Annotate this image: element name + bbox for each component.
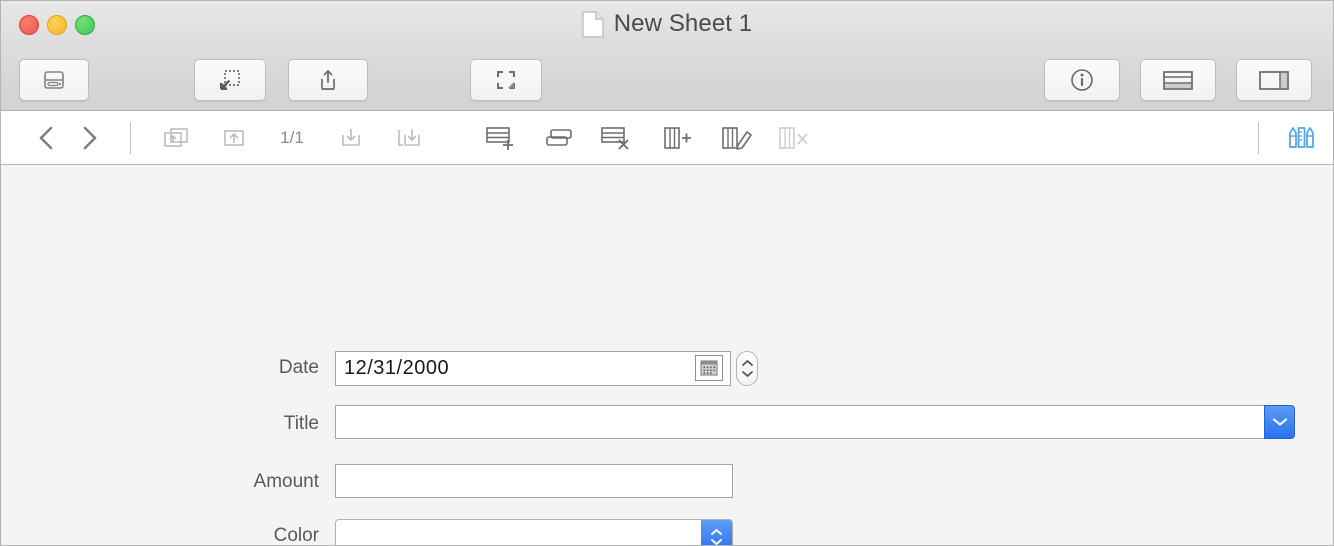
page-title: New Sheet 1 — [613, 10, 753, 37]
stepper-down-icon — [741, 371, 753, 377]
delete-row-button[interactable] — [591, 111, 639, 165]
chevron-right-icon — [83, 126, 97, 150]
vertical-split-icon — [1259, 71, 1289, 90]
next-record-button[interactable] — [328, 111, 374, 165]
primary-toolbar — [1, 49, 1333, 111]
share-button[interactable] — [288, 59, 368, 101]
design-tools-button[interactable] — [1279, 111, 1323, 165]
add-row-icon — [486, 127, 513, 150]
document-icon — [582, 10, 604, 38]
date-field-label: Date — [278, 357, 319, 378]
add-column-button[interactable] — [653, 111, 701, 165]
design-tools-icon — [1289, 127, 1314, 148]
page-indicator: 1/1 — [280, 128, 304, 147]
chevron-up-down-icon — [701, 520, 732, 545]
title-bar: New Sheet 1 — [1, 1, 1333, 49]
info-circle-icon — [1071, 69, 1093, 91]
horizontal-split-button[interactable] — [1140, 59, 1216, 101]
disk-drive-icon — [44, 71, 64, 89]
window-controls — [19, 15, 95, 35]
next-record-icon — [342, 129, 360, 146]
color-field-label: Color — [273, 525, 319, 546]
close-button[interactable] — [19, 15, 39, 35]
title-input[interactable] — [335, 405, 1265, 439]
color-select[interactable] — [335, 519, 733, 545]
vertical-split-button[interactable] — [1236, 59, 1312, 101]
horizontal-split-icon — [1163, 71, 1193, 90]
edit-column-icon — [722, 127, 752, 150]
calendar-icon — [700, 360, 718, 376]
delete-column-button[interactable] — [769, 111, 817, 165]
toolbar-separator-right — [1258, 122, 1259, 154]
date-input[interactable] — [335, 351, 731, 386]
app-window: New Sheet 1 1/1 Date 12/31/2000 Title Am… — [0, 0, 1334, 546]
first-record-icon — [164, 128, 188, 147]
nav-back-button[interactable] — [27, 111, 67, 165]
duplicate-row-icon — [546, 129, 572, 146]
share-export-icon — [321, 70, 335, 90]
info-button[interactable] — [1044, 59, 1120, 101]
delete-column-icon — [779, 127, 808, 149]
chevron-down-icon — [1272, 418, 1287, 426]
save-button[interactable] — [19, 59, 89, 101]
edit-column-button[interactable] — [712, 111, 762, 165]
marquee-select-icon — [219, 70, 240, 91]
marquee-select-button[interactable] — [194, 59, 266, 101]
previous-record-icon — [224, 130, 244, 146]
date-stepper[interactable] — [736, 351, 758, 386]
previous-record-button[interactable] — [211, 111, 257, 165]
secondary-toolbar: 1/1 — [1, 111, 1333, 165]
amount-input[interactable] — [335, 464, 733, 498]
duplicate-row-button[interactable] — [535, 111, 583, 165]
title-field-label: Title — [283, 413, 319, 434]
chevron-left-icon — [39, 126, 53, 150]
nav-forward-button[interactable] — [69, 111, 109, 165]
form-content-area: Date 12/31/2000 Title Amount Color — [1, 165, 1333, 545]
minimize-button[interactable] — [47, 15, 67, 35]
fit-to-window-icon — [497, 71, 515, 89]
fit-to-window-button[interactable] — [470, 59, 542, 101]
delete-row-icon — [601, 127, 629, 150]
maximize-button[interactable] — [75, 15, 95, 35]
first-record-button[interactable] — [153, 111, 199, 165]
title-dropdown-button[interactable] — [1264, 405, 1295, 439]
window-title-group: New Sheet 1 — [1, 10, 1333, 38]
amount-field-label: Amount — [253, 471, 319, 492]
add-column-icon — [664, 127, 691, 149]
add-row-button[interactable] — [475, 111, 523, 165]
last-record-icon — [398, 129, 420, 146]
stepper-up-icon — [741, 360, 753, 366]
toolbar-separator — [130, 122, 131, 154]
calendar-picker-button[interactable] — [695, 355, 723, 381]
last-record-button[interactable] — [386, 111, 432, 165]
